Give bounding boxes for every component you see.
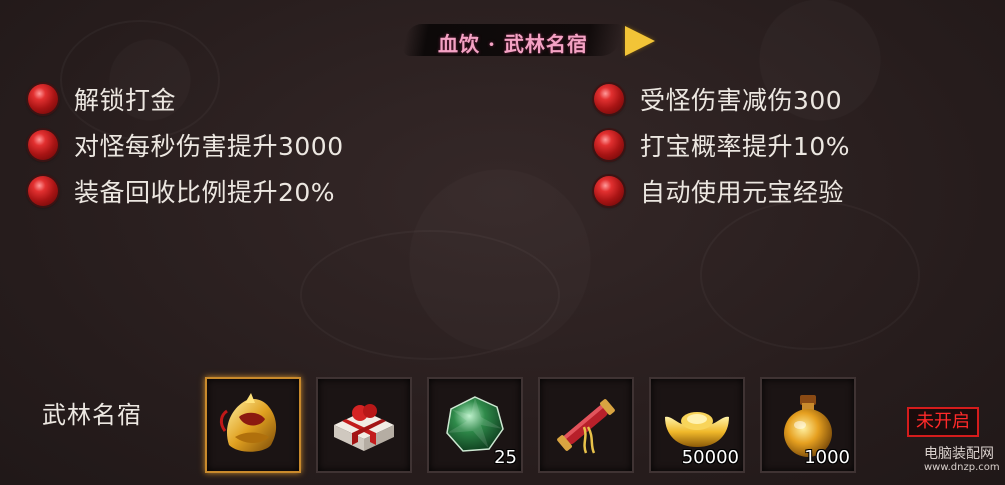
- reward-slot-gift[interactable]: [316, 377, 412, 473]
- red-orb-icon: [594, 84, 624, 114]
- perk-item: 自动使用元宝经验: [594, 168, 850, 214]
- perk-text: 自动使用元宝经验: [640, 178, 845, 207]
- title-banner: 血饮 · 武林名宿: [402, 20, 655, 60]
- perk-text: 打宝概率提升10%: [640, 132, 851, 161]
- perk-item: 装备回收比例提升20%: [28, 168, 344, 214]
- perk-list-left: 解锁打金 对怪每秒伤害提升3000 装备回收比例提升20%: [28, 76, 344, 214]
- reward-slot-gem[interactable]: 25: [427, 377, 523, 473]
- golden-armor-icon: [219, 393, 277, 452]
- red-orb-icon: [28, 130, 58, 160]
- perk-text: 装备回收比例提升20%: [74, 178, 336, 207]
- perk-text: 对怪每秒伤害提升3000: [74, 132, 344, 161]
- next-arrow-icon[interactable]: [625, 26, 655, 56]
- reward-row-label: 武林名宿: [42, 401, 142, 429]
- red-orb-icon: [28, 176, 58, 206]
- reward-slot-potion[interactable]: 1000: [760, 377, 856, 473]
- red-orb-icon: [28, 84, 58, 114]
- perk-item: 受怪伤害减伤300: [594, 76, 850, 122]
- page-title: 血饮 · 武林名宿: [438, 32, 588, 56]
- perk-text: 解锁打金: [74, 86, 177, 115]
- red-orb-icon: [594, 176, 624, 206]
- watermark: 电脑装配网 www.dnzp.com: [924, 446, 1004, 474]
- perk-list-right: 受怪伤害减伤300 打宝概率提升10% 自动使用元宝经验: [594, 76, 850, 214]
- perk-text: 受怪伤害减伤300: [640, 86, 843, 115]
- item-quantity: 50000: [681, 447, 739, 468]
- gift-box-icon: [334, 404, 394, 451]
- perk-item: 对怪每秒伤害提升3000: [28, 122, 344, 168]
- reward-slot-armor[interactable]: [205, 377, 301, 473]
- perk-item: 解锁打金: [28, 76, 344, 122]
- item-quantity: 1000: [804, 447, 850, 468]
- reward-slot-ingot[interactable]: 50000: [649, 377, 745, 473]
- item-quantity: 25: [494, 447, 517, 468]
- bg-swirl: [300, 230, 560, 360]
- red-orb-icon: [594, 130, 624, 160]
- watermark-url: www.dnzp.com: [924, 462, 1000, 473]
- watermark-name: 电脑装配网: [924, 446, 994, 462]
- status-badge: 未开启: [907, 407, 979, 437]
- reward-slot-scroll[interactable]: [538, 377, 634, 473]
- perk-item: 打宝概率提升10%: [594, 122, 850, 168]
- bg-swirl: [700, 200, 920, 350]
- red-scroll-icon: [557, 399, 615, 454]
